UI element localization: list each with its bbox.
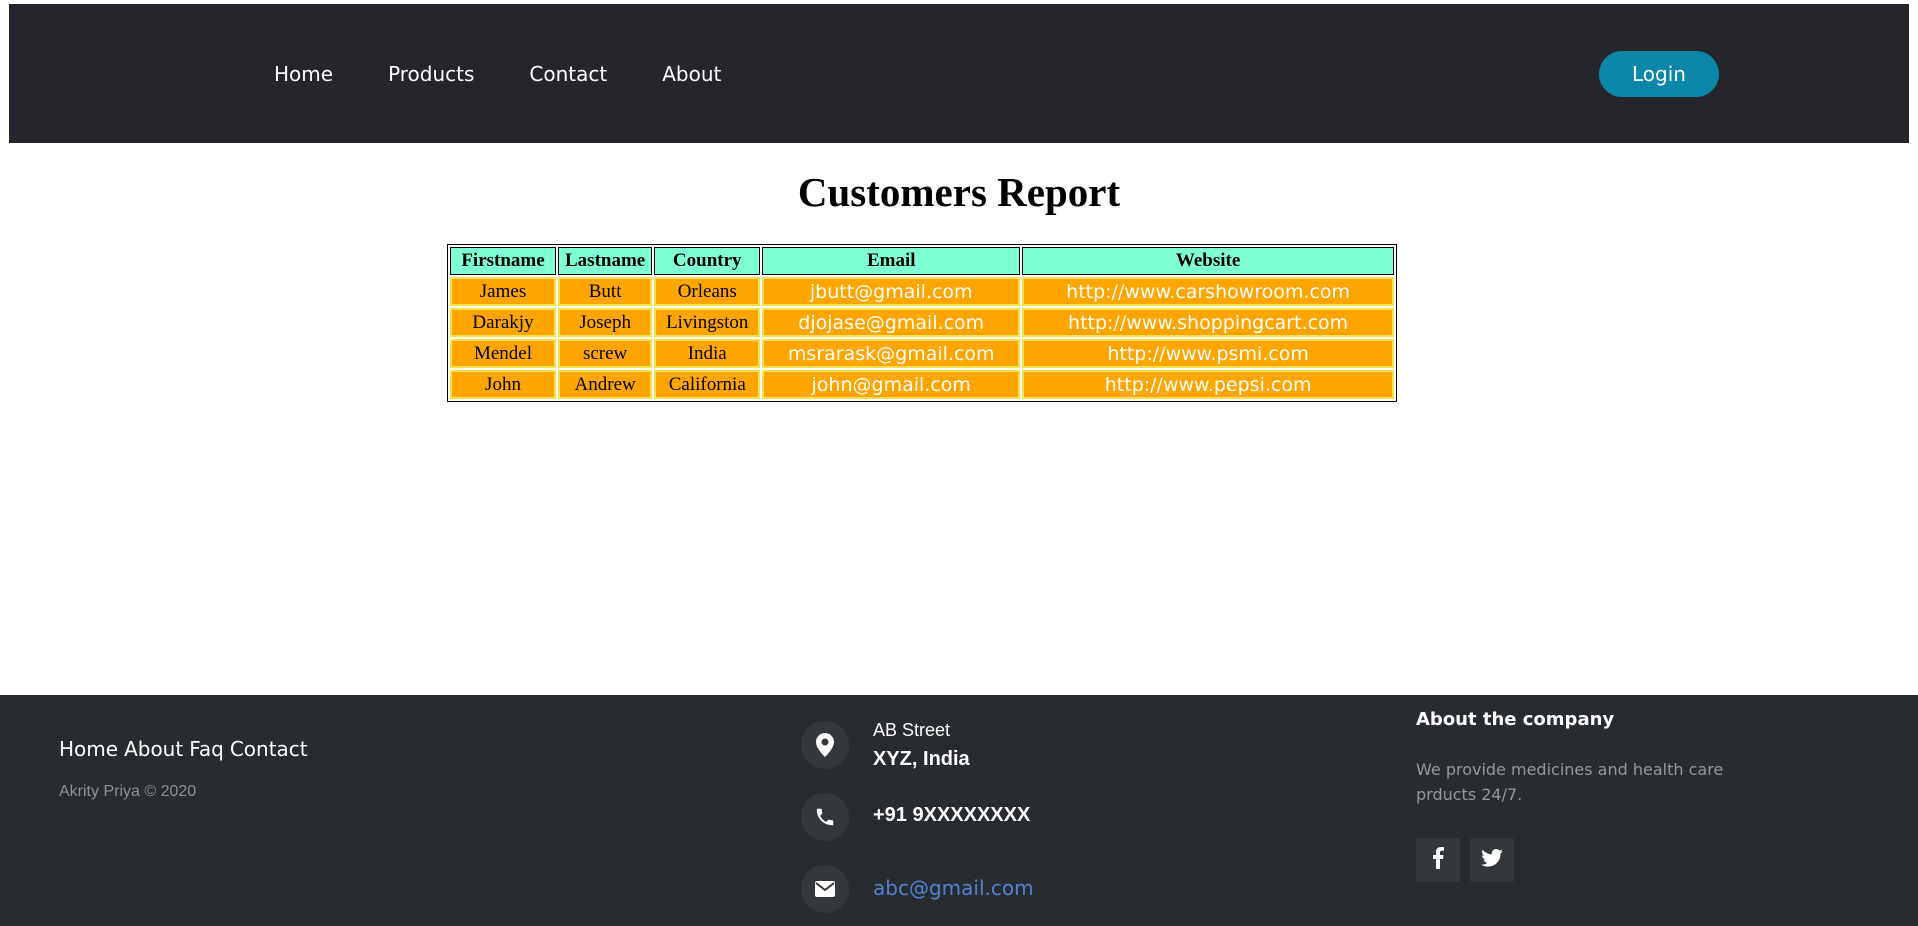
cell-website: http://www.pepsi.com [1022, 370, 1394, 399]
about-heading: About the company [1416, 709, 1615, 730]
page-title: Customers Report [797, 169, 1121, 215]
cell-country: Orleans [654, 277, 761, 306]
cell-lastname: Joseph [558, 308, 653, 337]
cell-country: India [654, 339, 761, 368]
column-header-lastname: Lastname [558, 247, 653, 275]
copyright-text: Akrity Priya © 2020 [59, 783, 197, 800]
footer-link-faq[interactable]: Faq [189, 737, 224, 761]
nav-link-home[interactable]: Home [274, 62, 333, 86]
address-line-2: XYZ, India [873, 748, 970, 770]
table-header-row: Firstname Lastname Country Email Website [450, 247, 1394, 275]
footer-link-contact[interactable]: Contact [230, 737, 308, 761]
footer-link-home[interactable]: Home [59, 737, 118, 761]
footer-links: Home About Faq Contact [59, 737, 308, 761]
cell-lastname: Butt [558, 277, 653, 306]
address-line-1: AB Street [873, 720, 951, 740]
cell-website: http://www.shoppingcart.com [1022, 308, 1394, 337]
column-header-country: Country [654, 247, 761, 275]
nav-link-contact[interactable]: Contact [529, 62, 607, 86]
table-row: James Butt Orleans jbutt@gmail.com http:… [450, 277, 1394, 306]
cell-website: http://www.carshowroom.com [1022, 277, 1394, 306]
cell-firstname: Darakjy [450, 308, 556, 337]
cell-lastname: screw [558, 339, 653, 368]
facebook-button[interactable] [1416, 838, 1460, 882]
cell-email: john@gmail.com [762, 370, 1021, 399]
table-row: Mendel screw India msrarask@gmail.com ht… [450, 339, 1394, 368]
cell-lastname: Andrew [558, 370, 653, 399]
table-row: Darakjy Joseph Livingston djojase@gmail.… [450, 308, 1394, 337]
cell-country: California [654, 370, 761, 399]
nav-link-about[interactable]: About [662, 62, 721, 86]
twitter-button[interactable] [1470, 838, 1514, 882]
customers-table: Firstname Lastname Country Email Website… [447, 244, 1397, 402]
email-link[interactable]: abc@gmail.com [873, 876, 1034, 900]
top-navbar: Home Products Contact About Login [9, 4, 1909, 143]
phone-icon [801, 793, 849, 841]
cell-email: jbutt@gmail.com [762, 277, 1021, 306]
cell-email: msrarask@gmail.com [762, 339, 1021, 368]
cell-firstname: John [450, 370, 556, 399]
cell-website: http://www.psmi.com [1022, 339, 1394, 368]
column-header-website: Website [1022, 247, 1394, 275]
column-header-email: Email [762, 247, 1021, 275]
about-text: We provide medicines and health care prd… [1416, 760, 1724, 804]
footer-link-about[interactable]: About [124, 737, 183, 761]
map-marker-icon [801, 721, 849, 769]
cell-firstname: James [450, 277, 556, 306]
cell-country: Livingston [654, 308, 761, 337]
phone-number: +91 9XXXXXXXX [873, 804, 1031, 826]
envelope-icon [801, 865, 849, 913]
login-button[interactable]: Login [1599, 51, 1719, 97]
nav-link-products[interactable]: Products [388, 62, 474, 86]
table-row: John Andrew California john@gmail.com ht… [450, 370, 1394, 399]
facebook-icon [1432, 847, 1444, 873]
page-footer: Home About Faq Contact Akrity Priya © 20… [0, 695, 1918, 926]
cell-firstname: Mendel [450, 339, 556, 368]
twitter-icon [1481, 849, 1503, 871]
column-header-firstname: Firstname [450, 247, 556, 275]
cell-email: djojase@gmail.com [762, 308, 1021, 337]
nav-links: Home Products Contact About [274, 4, 721, 143]
